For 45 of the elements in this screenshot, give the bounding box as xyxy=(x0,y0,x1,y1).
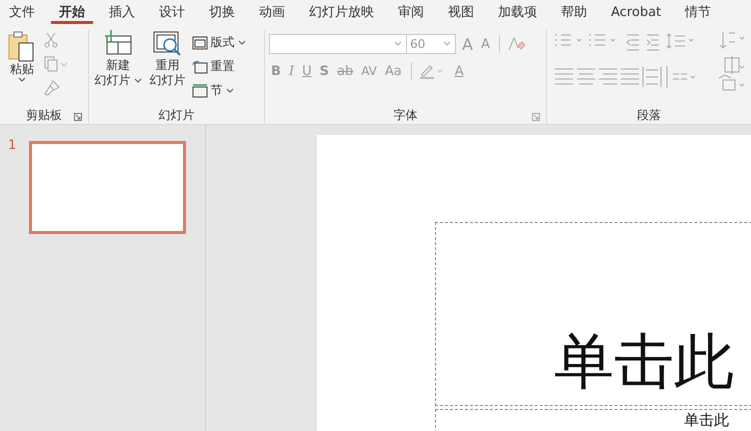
caret-icon xyxy=(394,41,402,47)
ribbon-tab[interactable]: Acrobat xyxy=(603,0,670,24)
reset-icon xyxy=(192,60,208,74)
reset-button[interactable]: 重置 xyxy=(192,56,235,77)
caret-icon xyxy=(226,88,234,94)
group-label: 剪贴板 xyxy=(26,106,62,124)
copy-icon[interactable] xyxy=(44,56,68,72)
dialog-launcher-icon[interactable] xyxy=(74,113,82,121)
ribbon-tab[interactable]: 设计 xyxy=(151,0,193,24)
font-name-field[interactable] xyxy=(269,34,408,54)
ribbon-tab[interactable]: 动画 xyxy=(251,0,293,24)
layout-button[interactable]: 版式 xyxy=(192,32,246,53)
caret-icon xyxy=(443,41,452,47)
caret-icon xyxy=(238,40,246,46)
ribbon-tab[interactable]: 情节 xyxy=(677,0,720,24)
dialog-launcher-icon[interactable] xyxy=(532,113,540,121)
highlighter-icon[interactable] xyxy=(418,63,445,79)
caret-icon xyxy=(18,77,26,83)
paste-button[interactable]: 粘贴 xyxy=(4,30,40,106)
caret-icon xyxy=(134,78,142,84)
subtitle-text: 单击此 xyxy=(684,411,729,429)
slide-thumbnail[interactable] xyxy=(29,141,186,234)
slide-number: 1 xyxy=(8,139,16,153)
brush-icon[interactable] xyxy=(44,80,60,96)
ribbon-tab[interactable]: 文件 xyxy=(1,0,43,24)
reuse-slides-button[interactable]: 重用 幻灯片 xyxy=(148,30,188,106)
section-button[interactable]: 节 xyxy=(192,80,234,101)
title-text: 单击此 xyxy=(554,327,734,397)
ribbon-tab[interactable]: 加载项 xyxy=(490,0,545,24)
group-label: 字体 xyxy=(394,106,418,124)
ribbon-tab[interactable]: 帮助 xyxy=(553,0,595,24)
ribbon-tab[interactable]: 审阅 xyxy=(390,0,432,24)
ribbon-tab[interactable]: 视图 xyxy=(440,0,482,24)
clear-format-icon[interactable] xyxy=(506,36,525,52)
new-slide-button[interactable]: 新建 幻灯片 xyxy=(92,30,144,106)
ribbon-tab[interactable]: 切换 xyxy=(201,0,243,24)
scissors-icon[interactable] xyxy=(44,32,58,48)
group-label: 段落 xyxy=(637,106,661,124)
ribbon-tab[interactable]: 插入 xyxy=(101,0,143,24)
group-label: 幻灯片 xyxy=(158,106,194,124)
subtitle-placeholder[interactable]: 单击此 xyxy=(435,409,751,431)
title-placeholder[interactable]: 单击此 xyxy=(435,222,751,406)
layout-icon xyxy=(192,36,208,50)
ribbon-tab[interactable]: 幻灯片放映 xyxy=(301,0,382,24)
section-icon xyxy=(192,84,208,98)
